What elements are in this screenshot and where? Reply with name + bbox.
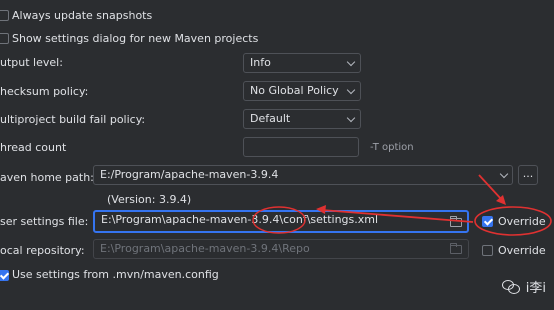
annotation-arrow-line [321,209,474,223]
annotation-arrow-line [478,174,503,201]
annotation-circle-override [474,206,552,236]
annotation-arrow-head [496,195,506,205]
annotation-circle-conf [252,206,306,234]
watermark: i李i [501,277,546,296]
wechat-icon [501,279,520,294]
annotation-arrow-head [316,205,326,214]
watermark-text: i李i [525,281,546,296]
annotation-overlay [252,174,552,236]
